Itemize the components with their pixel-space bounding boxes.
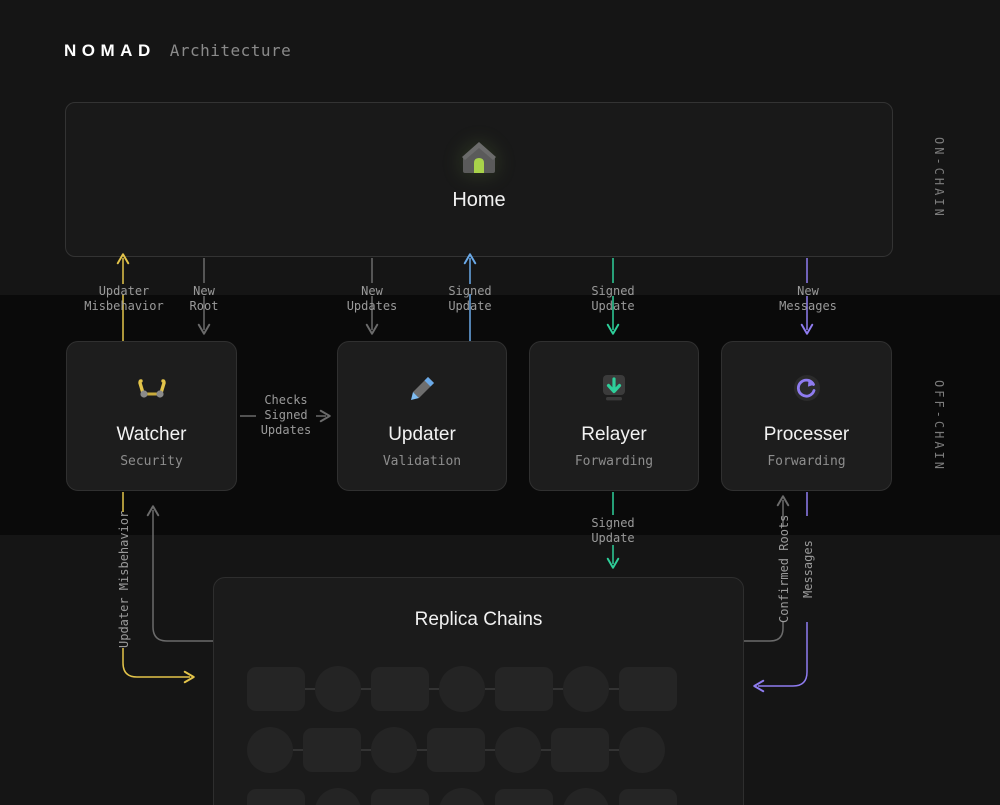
replica-chain-node[interactable] [247,667,305,711]
replica-chain-node[interactable] [371,727,417,773]
replica-chain-link [609,749,619,751]
replica-chains-title: Replica Chains [214,609,743,631]
node-processer-subtitle: Forwarding [767,454,845,469]
brand-logo: NOMAD [64,41,156,61]
node-home-label: Home [452,189,505,212]
rail-label-onchain: ON-CHAIN [932,137,946,219]
replica-chain-node[interactable] [563,788,609,805]
replica-chain-link [609,688,619,690]
page-title: Architecture [170,41,292,60]
replica-chain-node[interactable] [619,727,665,773]
replica-chain-node[interactable] [427,728,485,772]
replica-chain-node[interactable] [439,666,485,712]
pen-icon [402,368,442,408]
replica-chain-node[interactable] [303,728,361,772]
replica-chain-link [361,688,371,690]
node-relayer-title: Relayer [581,424,646,446]
node-updater-subtitle: Validation [383,454,461,469]
glasses-icon [132,368,172,408]
replica-chain-node[interactable] [495,667,553,711]
replica-chain-row [247,788,677,805]
replica-chain-node[interactable] [371,667,429,711]
label-new-messages: New Messages [763,284,853,314]
label-confirmed-roots: Confirmed Roots [777,527,792,623]
replica-chain-link [553,688,563,690]
node-processer[interactable]: Processer Forwarding [721,341,892,491]
download-icon [594,368,634,408]
label-signed-update-replica: Signed Update [577,516,649,546]
replica-chains-grid [247,666,677,805]
label-checks-signed-updates: Checks Signed Updates [254,393,318,438]
replica-chain-node[interactable] [439,788,485,805]
replica-chain-node[interactable] [371,789,429,805]
replica-chain-row [247,727,677,773]
replica-chain-link [485,749,495,751]
node-processer-title: Processer [764,424,850,446]
replica-chains-panel[interactable]: Replica Chains [213,577,744,805]
label-signed-update-up: Signed Update [434,284,506,314]
label-messages: Messages [801,516,816,622]
replica-chain-node[interactable] [619,789,677,805]
replica-chain-link [293,749,303,751]
label-new-root: New Root [174,284,234,314]
replica-chain-link [429,688,439,690]
replica-chain-row [247,666,677,712]
label-updater-misbehavior-loop: Updater Misbehavior [117,512,132,648]
replica-chain-link [485,688,495,690]
replica-chain-link [361,749,371,751]
node-watcher-subtitle: Security [120,454,183,469]
node-relayer[interactable]: Relayer Forwarding [529,341,699,491]
architecture-diagram: NOMAD Architecture ON-CHAIN OFF-CHAIN Ho… [0,0,1000,805]
label-updater-misbehavior-up: Updater Misbehavior [74,284,174,314]
replica-chain-node[interactable] [495,727,541,773]
replica-chain-node[interactable] [315,666,361,712]
node-home[interactable]: Home [66,135,892,212]
node-updater-title: Updater [388,424,456,446]
replica-chain-node[interactable] [247,789,305,805]
replica-chain-node[interactable] [495,789,553,805]
label-signed-update-down: Signed Update [577,284,649,314]
replica-chain-link [417,749,427,751]
replica-chain-node[interactable] [315,788,361,805]
replica-chain-node[interactable] [247,727,293,773]
replica-chain-node[interactable] [551,728,609,772]
node-updater[interactable]: Updater Validation [337,341,507,491]
node-watcher[interactable]: Watcher Security [66,341,237,491]
label-new-updates: New Updates [332,284,412,314]
page-header: NOMAD Architecture [64,41,291,61]
replica-chain-node[interactable] [619,667,677,711]
refresh-icon [787,368,827,408]
onchain-container: Home [65,102,893,257]
home-icon [457,135,501,179]
node-watcher-title: Watcher [116,424,186,446]
rail-label-offchain: OFF-CHAIN [932,380,946,472]
replica-chain-link [541,749,551,751]
node-relayer-subtitle: Forwarding [575,454,653,469]
replica-chain-link [305,688,315,690]
replica-chain-node[interactable] [563,666,609,712]
